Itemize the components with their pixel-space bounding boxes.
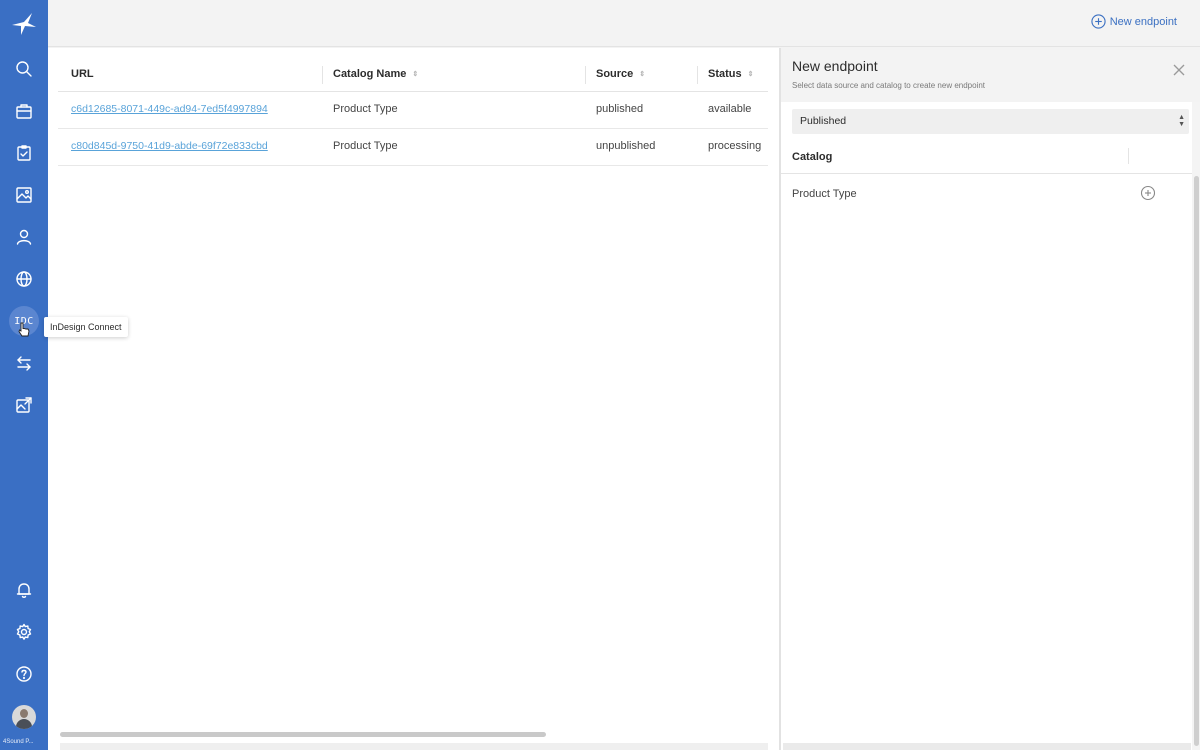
column-header-label: URL [71, 68, 94, 80]
catalog-item-label: Product Type [792, 188, 857, 200]
column-divider [322, 66, 323, 84]
panel-header: New endpoint Select data source and cata… [781, 48, 1200, 102]
transfer-arrows-icon[interactable] [12, 351, 36, 375]
vertical-scrollbar-thumb[interactable] [1194, 176, 1199, 746]
status-cell: available [708, 103, 752, 115]
source-cell: unpublished [596, 140, 656, 152]
search-icon[interactable] [12, 57, 36, 81]
table-row[interactable]: c80d845d-9750-41d9-abde-69f72e833cbd Pro… [58, 129, 768, 166]
app-logo-icon[interactable] [12, 12, 36, 36]
plus-circle-icon [1091, 14, 1106, 29]
select-arrows-icon: ▲ ▼ [1178, 114, 1185, 128]
panel-title: New endpoint [792, 58, 878, 74]
column-header-url: URL [71, 68, 94, 80]
data-source-select-value: Published [800, 115, 847, 127]
image-icon[interactable] [12, 183, 36, 207]
endpoints-table-area: URL Catalog Name ⇕ Source ⇕ Status ⇕ c6d… [48, 48, 779, 750]
plus-circle-icon [1140, 185, 1156, 201]
catalog-list-header: Catalog [781, 140, 1200, 174]
panel-subtitle: Select data source and catalog to create… [792, 81, 986, 90]
bell-icon[interactable] [12, 578, 36, 602]
catalog-name-cell: Product Type [333, 140, 398, 152]
sidebar: IDC 4Sound P... [0, 0, 48, 750]
column-divider [1128, 148, 1129, 164]
horizontal-scrollbar-thumb[interactable] [60, 732, 546, 737]
help-icon[interactable] [12, 662, 36, 686]
sort-icon[interactable]: ⇕ [748, 70, 754, 78]
new-endpoint-label: New endpoint [1109, 15, 1177, 28]
table-row[interactable]: c6d12685-8071-449c-ad94-7ed5f4997894 Pro… [58, 92, 768, 129]
catalog-name-cell: Product Type [333, 103, 398, 115]
status-cell: processing [708, 140, 762, 152]
column-header-status[interactable]: Status ⇕ [708, 68, 754, 80]
source-cell: published [596, 103, 644, 115]
table-header: URL Catalog Name ⇕ Source ⇕ Status ⇕ [58, 48, 768, 92]
pointer-cursor-icon [18, 322, 30, 337]
new-endpoint-panel: New endpoint Select data source and cata… [781, 48, 1200, 750]
horizontal-scrollbar-track[interactable] [60, 743, 768, 750]
close-panel-button[interactable] [1172, 63, 1186, 77]
new-endpoint-button[interactable]: New endpoint [1091, 14, 1177, 29]
user-avatar[interactable] [12, 705, 36, 729]
column-divider [585, 66, 586, 84]
avatar-body [16, 719, 32, 729]
endpoint-url-link[interactable]: c6d12685-8071-449c-ad94-7ed5f4997894 [71, 103, 268, 115]
user-icon[interactable] [12, 225, 36, 249]
column-header-label: Status [708, 68, 742, 80]
column-header-label: Catalog Name [333, 68, 407, 80]
image-export-icon[interactable] [12, 393, 36, 417]
indesign-connect-tooltip: InDesign Connect [44, 317, 128, 337]
close-icon [1173, 64, 1185, 76]
endpoint-url-link[interactable]: c80d845d-9750-41d9-abde-69f72e833cbd [71, 140, 268, 152]
clipboard-check-icon[interactable] [12, 141, 36, 165]
column-header-label: Source [596, 68, 634, 80]
globe-icon[interactable] [12, 267, 36, 291]
endpoints-table: URL Catalog Name ⇕ Source ⇕ Status ⇕ c6d… [58, 48, 768, 166]
column-header-source[interactable]: Source ⇕ [596, 68, 645, 80]
avatar-head [20, 709, 28, 718]
top-bar: New endpoint [48, 0, 1200, 47]
column-header-catalog-name[interactable]: Catalog Name ⇕ [333, 68, 418, 80]
data-source-select[interactable]: Published ▲ ▼ [792, 109, 1189, 134]
briefcase-icon[interactable] [12, 99, 36, 123]
panel-horizontal-scrollbar[interactable] [783, 743, 1191, 750]
sort-icon[interactable]: ⇕ [412, 70, 418, 78]
gear-icon[interactable] [12, 620, 36, 644]
sort-icon[interactable]: ⇕ [639, 70, 645, 78]
column-divider [697, 66, 698, 84]
workspace-label: 4Sound P... [3, 739, 34, 745]
catalog-header-label: Catalog [792, 151, 833, 163]
add-catalog-button[interactable] [1140, 185, 1156, 201]
